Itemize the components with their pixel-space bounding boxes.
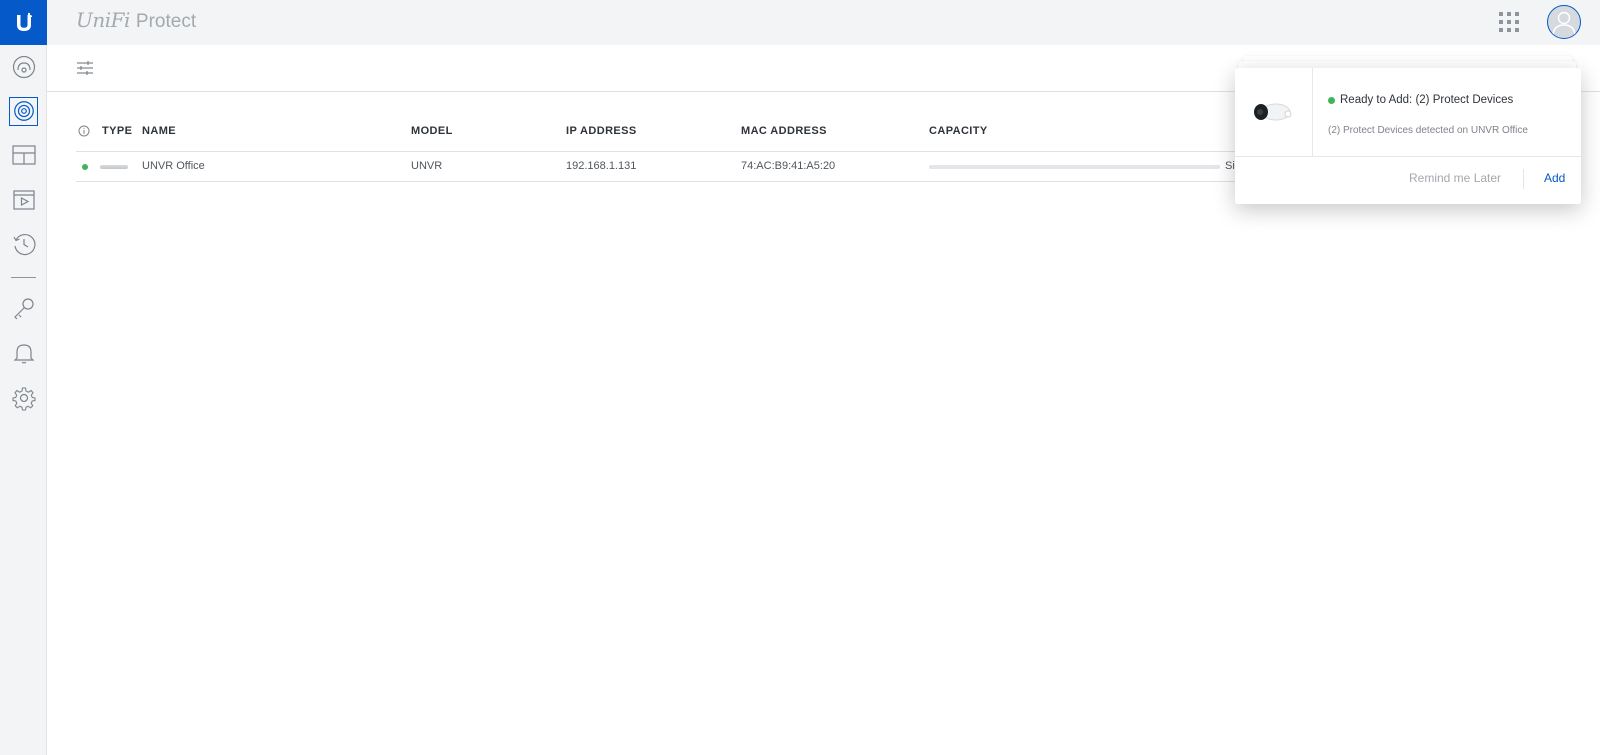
history-icon: [12, 233, 35, 256]
device-name: UNVR Office: [142, 160, 205, 172]
ubiquiti-logo[interactable]: [0, 0, 47, 45]
add-button[interactable]: Add: [1544, 171, 1565, 185]
capacity-bar: [929, 165, 1220, 169]
key-icon: [13, 298, 34, 320]
sidebar-item-users[interactable]: [0, 289, 47, 329]
sidebar-item-dashboard[interactable]: [0, 47, 47, 87]
active-indicator: [9, 96, 38, 126]
device-mac: 74:AC:B9:41:A5:20: [741, 160, 836, 172]
speedometer-icon: [12, 55, 35, 79]
gear-icon: [11, 387, 36, 411]
info-icon[interactable]: [78, 125, 90, 137]
sidebar-item-notifications[interactable]: [0, 333, 47, 373]
sidebar-item-devices[interactable]: [0, 91, 47, 131]
column-header-model[interactable]: MODEL: [411, 125, 453, 137]
notification-description: (2) Protect Devices detected on UNVR Off…: [1328, 125, 1528, 136]
notification-actions: Remind me Later Add: [1235, 157, 1581, 204]
grid-dots-icon[interactable]: [1497, 10, 1521, 34]
brand-product: Protect: [135, 11, 197, 32]
ready-to-add-notification: Ready to Add: (2) Protect Devices (2) Pr…: [1235, 68, 1581, 204]
column-header-capacity[interactable]: CAPACITY: [929, 125, 988, 137]
column-header-name[interactable]: NAME: [142, 125, 176, 137]
camera-image: [1235, 68, 1313, 156]
brand-unifi: UniFi: [76, 8, 130, 32]
remind-later-button[interactable]: Remind me Later: [1409, 171, 1501, 185]
notification-title: Ready to Add: (2) Protect Devices: [1340, 94, 1514, 106]
video-player-icon: [12, 190, 35, 210]
sidebar-item-liveview[interactable]: [0, 135, 47, 175]
bell-icon: [13, 344, 34, 364]
sidebar-item-recordings[interactable]: [0, 180, 47, 220]
ubiquiti-u-icon: [16, 12, 32, 31]
user-icon: [1552, 11, 1576, 36]
unvr-device-icon: [100, 165, 128, 169]
notification-title-row: Ready to Add: (2) Protect Devices: [1328, 94, 1513, 106]
nav-divider: [11, 277, 36, 278]
column-header-mac[interactable]: MAC ADDRESS: [741, 125, 827, 137]
device-ip: 192.168.1.131: [566, 160, 637, 172]
filter-sliders-icon[interactable]: [75, 58, 95, 78]
sidebar-nav: [0, 0, 47, 755]
status-ready-dot: [1328, 96, 1335, 104]
camera-lens-icon: [13, 101, 34, 121]
capacity-text: Si: [1225, 160, 1235, 172]
top-header: UniFi Protect: [47, 0, 1600, 45]
app-brand[interactable]: UniFi Protect: [76, 8, 196, 36]
sidebar-item-settings[interactable]: [0, 378, 47, 418]
sidebar-item-history[interactable]: [0, 224, 47, 264]
column-header-ip[interactable]: IP ADDRESS: [566, 125, 637, 137]
column-header-type[interactable]: TYPE: [102, 125, 132, 137]
status-online-dot: [82, 164, 88, 170]
grid-layout-icon: [11, 145, 36, 165]
bullet-camera-icon: [1253, 103, 1291, 121]
action-separator: [1523, 169, 1524, 189]
device-model: UNVR: [411, 160, 443, 172]
user-avatar[interactable]: [1547, 5, 1581, 39]
